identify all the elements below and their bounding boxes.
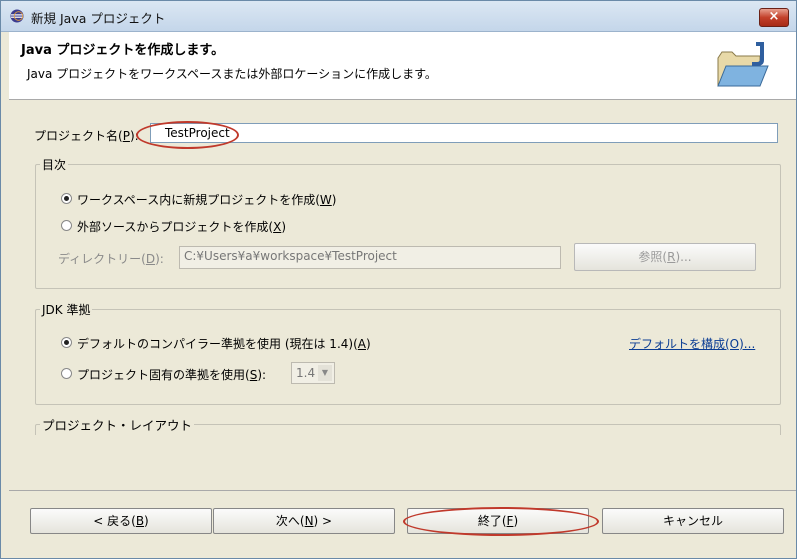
wizard-description: Java プロジェクトをワークスペースまたは外部ロケーションに作成します。 xyxy=(27,67,437,81)
browse-button[interactable]: 参照(R)... xyxy=(574,243,756,271)
create-in-workspace-radio[interactable] xyxy=(61,193,72,204)
directory-value: C:¥Users¥a¥workspace¥TestProject xyxy=(184,249,397,263)
default-compliance-label[interactable]: デフォルトのコンパイラー準拠を使用 (現在は 1.4)(A) xyxy=(77,335,371,352)
default-compliance-radio[interactable] xyxy=(61,337,72,348)
configure-defaults-link[interactable]: デフォルトを構成(O)... xyxy=(629,335,755,352)
jdk-compliance-legend: JDK 準拠 xyxy=(42,303,91,317)
finish-highlight-ellipse xyxy=(403,507,599,536)
close-icon: × xyxy=(768,9,780,24)
java-project-folder-icon xyxy=(717,42,769,87)
directory-input[interactable]: C:¥Users¥a¥workspace¥TestProject xyxy=(179,246,561,269)
close-button[interactable]: × xyxy=(759,8,789,27)
cancel-button[interactable]: キャンセル xyxy=(602,508,784,534)
highlight-ellipse xyxy=(136,121,239,149)
create-in-workspace-label[interactable]: ワークスペース内に新規プロジェクトを作成(W) xyxy=(77,191,336,208)
wizard-title: Java プロジェクトを作成します。 xyxy=(21,43,225,58)
project-name-label: プロジェクト名(P): xyxy=(34,129,139,143)
button-bar-separator xyxy=(9,490,796,491)
back-button[interactable]: < 戻る(B) xyxy=(30,508,212,534)
next-button[interactable]: 次へ(N) > xyxy=(213,508,395,534)
jdk-compliance-group: JDK 準拠 xyxy=(35,301,781,405)
project-name-input[interactable]: TestProject xyxy=(150,123,778,143)
new-java-project-dialog: 新規 Java プロジェクト × Java プロジェクトを作成します。 Java… xyxy=(0,0,797,559)
window-title: 新規 Java プロジェクト xyxy=(31,11,166,26)
compliance-level-select[interactable]: 1.4 ▼ xyxy=(291,362,335,384)
compliance-level-value: 1.4 xyxy=(296,366,316,380)
eclipse-icon xyxy=(10,9,24,23)
chevron-down-icon: ▼ xyxy=(318,365,332,381)
create-from-external-radio[interactable] xyxy=(61,220,72,231)
wizard-content: プロジェクト名(P): TestProject 目次 ワークスペース内に新規プロ… xyxy=(9,100,796,490)
create-from-external-label[interactable]: 外部ソースからプロジェクトを作成(X) xyxy=(77,218,286,235)
project-layout-legend: プロジェクト・レイアウト xyxy=(42,418,193,433)
layout-group-clip xyxy=(9,435,796,490)
contents-legend: 目次 xyxy=(42,158,67,172)
project-specific-compliance-label[interactable]: プロジェクト固有の準拠を使用(S): xyxy=(77,366,266,383)
project-specific-compliance-radio[interactable] xyxy=(61,368,72,379)
wizard-banner: Java プロジェクトを作成します。 Java プロジェクトをワークスペースまた… xyxy=(9,32,796,100)
title-bar[interactable]: 新規 Java プロジェクト × xyxy=(1,1,796,32)
directory-label: ディレクトリー(D): xyxy=(58,252,164,266)
